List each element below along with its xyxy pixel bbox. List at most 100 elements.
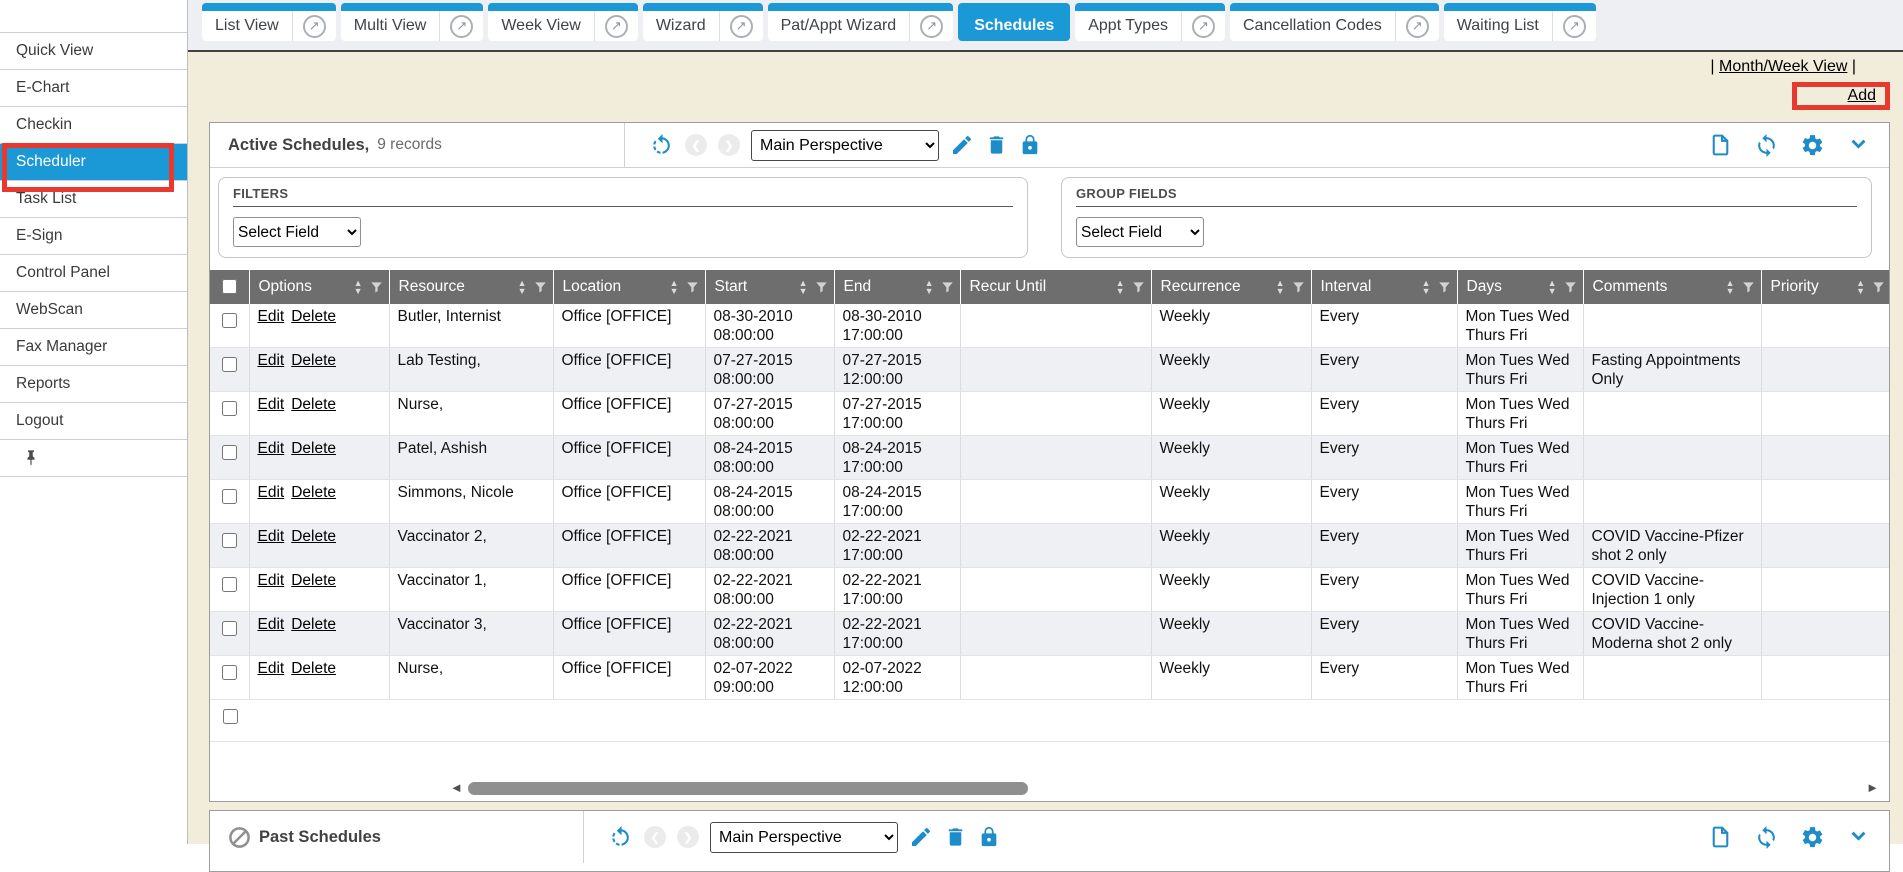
edit-link[interactable]: Edit — [258, 484, 285, 501]
add-link[interactable]: Add — [1848, 87, 1876, 105]
sort-icon[interactable]: ▲▼ — [1276, 279, 1285, 295]
row-checkbox[interactable] — [222, 621, 237, 636]
perspective-select[interactable]: Main Perspective — [710, 822, 898, 853]
tab-week-view[interactable]: Week View↗ — [488, 3, 637, 41]
collapse-chevron-icon[interactable] — [1846, 826, 1871, 848]
column-header-recur-until[interactable]: Recur Until ▲▼ — [960, 270, 1151, 304]
edit-link[interactable]: Edit — [258, 528, 285, 545]
refresh-icon[interactable] — [1754, 133, 1779, 158]
scroll-left-arrow-icon[interactable]: ◄ — [450, 781, 463, 794]
popout-arrow-icon[interactable]: ↗ — [605, 15, 628, 38]
perspective-select[interactable]: Main Perspective — [751, 130, 939, 161]
sort-icon[interactable]: ▲▼ — [799, 279, 808, 295]
filter-funnel-icon[interactable] — [1741, 280, 1756, 294]
filter-funnel-icon[interactable] — [1437, 280, 1452, 294]
delete-trash-icon[interactable] — [944, 825, 967, 849]
filter-funnel-icon[interactable] — [685, 280, 700, 294]
edit-link[interactable]: Edit — [258, 352, 285, 369]
popout-arrow-icon[interactable]: ↗ — [450, 15, 473, 38]
sidebar-item-control-panel[interactable]: Control Panel — [0, 255, 187, 292]
tab-popout-area[interactable]: ↗ — [1181, 11, 1225, 41]
filter-funnel-icon[interactable] — [369, 280, 384, 294]
column-header-resource[interactable]: Resource ▲▼ — [389, 270, 553, 304]
sidebar-item-logout[interactable]: Logout — [0, 403, 187, 440]
delete-link[interactable]: Delete — [291, 396, 336, 413]
tab-popout-area[interactable]: ↗ — [909, 11, 953, 41]
tab-list-view[interactable]: List View↗ — [202, 3, 336, 41]
sidebar-item-quick-view[interactable]: Quick View — [0, 33, 187, 70]
lock-icon[interactable] — [978, 825, 1000, 849]
delete-link[interactable]: Delete — [291, 528, 336, 545]
edit-link[interactable]: Edit — [258, 616, 285, 633]
horizontal-scrollbar-thumb[interactable] — [468, 782, 1028, 795]
tab-popout-area[interactable]: ↗ — [1395, 11, 1439, 41]
edit-pencil-icon[interactable] — [909, 825, 933, 849]
sort-icon[interactable]: ▲▼ — [354, 279, 363, 295]
sort-icon[interactable]: ▲▼ — [1726, 279, 1735, 295]
column-header-priority[interactable]: Priority ▲▼ — [1761, 270, 1890, 304]
column-header-days[interactable]: Days ▲▼ — [1457, 270, 1583, 304]
filter-funnel-icon[interactable] — [1131, 280, 1146, 294]
pin-icon[interactable] — [24, 450, 38, 466]
column-header-location[interactable]: Location ▲▼ — [553, 270, 705, 304]
sort-icon[interactable]: ▲▼ — [925, 279, 934, 295]
delete-link[interactable]: Delete — [291, 616, 336, 633]
tab-multi-view[interactable]: Multi View↗ — [341, 3, 484, 41]
edit-link[interactable]: Edit — [258, 396, 285, 413]
next-icon[interactable]: ❯ — [677, 826, 699, 848]
tab-popout-area[interactable]: ↗ — [439, 11, 483, 41]
delete-link[interactable]: Delete — [291, 352, 336, 369]
popout-arrow-icon[interactable]: ↗ — [1192, 15, 1215, 38]
scroll-right-arrow-icon[interactable]: ► — [1866, 781, 1879, 794]
tab-waiting-list[interactable]: Waiting List↗ — [1444, 3, 1596, 41]
filter-funnel-icon[interactable] — [1291, 280, 1306, 294]
tab-popout-area[interactable]: ↗ — [292, 11, 336, 41]
row-checkbox[interactable] — [222, 665, 237, 680]
popout-arrow-icon[interactable]: ↗ — [303, 15, 326, 38]
popout-arrow-icon[interactable]: ↗ — [1563, 15, 1586, 38]
sort-icon[interactable]: ▲▼ — [1856, 279, 1865, 295]
filter-funnel-icon[interactable] — [1563, 280, 1578, 294]
filter-funnel-icon[interactable] — [1871, 280, 1886, 294]
column-header-recurrence[interactable]: Recurrence ▲▼ — [1151, 270, 1311, 304]
sidebar-item-e-sign[interactable]: E-Sign — [0, 218, 187, 255]
prev-icon[interactable]: ❮ — [685, 134, 707, 156]
sort-icon[interactable]: ▲▼ — [518, 279, 527, 295]
undo-icon[interactable] — [608, 825, 633, 850]
column-header-end[interactable]: End ▲▼ — [834, 270, 960, 304]
delete-link[interactable]: Delete — [291, 308, 336, 325]
edit-link[interactable]: Edit — [258, 440, 285, 457]
row-checkbox[interactable] — [222, 357, 237, 372]
delete-link[interactable]: Delete — [291, 660, 336, 677]
select-all-checkbox[interactable] — [222, 279, 237, 294]
sidebar-pin-row[interactable] — [0, 440, 187, 477]
sort-icon[interactable]: ▲▼ — [1116, 279, 1125, 295]
delete-link[interactable]: Delete — [291, 440, 336, 457]
filter-funnel-icon[interactable] — [533, 280, 548, 294]
row-checkbox[interactable] — [222, 445, 237, 460]
column-header-start[interactable]: Start ▲▼ — [705, 270, 834, 304]
sidebar-item-reports[interactable]: Reports — [0, 366, 187, 403]
new-document-icon[interactable] — [1708, 132, 1733, 158]
edit-pencil-icon[interactable] — [950, 133, 974, 157]
group-field-select[interactable]: Select Field — [1076, 217, 1204, 247]
sort-icon[interactable]: ▲▼ — [670, 279, 679, 295]
edit-link[interactable]: Edit — [258, 308, 285, 325]
sidebar-item-webscan[interactable]: WebScan — [0, 292, 187, 329]
filters-field-select[interactable]: Select Field — [233, 217, 361, 247]
column-header-comments[interactable]: Comments ▲▼ — [1583, 270, 1761, 304]
settings-gear-icon[interactable] — [1800, 825, 1825, 850]
tab-popout-area[interactable]: ↗ — [1552, 11, 1596, 41]
edit-link[interactable]: Edit — [258, 572, 285, 589]
collapse-chevron-icon[interactable] — [1846, 134, 1871, 156]
next-icon[interactable]: ❯ — [718, 134, 740, 156]
sidebar-item-e-chart[interactable]: E-Chart — [0, 70, 187, 107]
row-checkbox[interactable] — [222, 577, 237, 592]
column-header-options[interactable]: Options ▲▼ — [249, 270, 389, 304]
tab-popout-area[interactable]: ↗ — [594, 11, 638, 41]
sort-icon[interactable]: ▲▼ — [1422, 279, 1431, 295]
delete-link[interactable]: Delete — [291, 484, 336, 501]
month-week-view-link[interactable]: Month/Week View — [1719, 58, 1847, 75]
refresh-icon[interactable] — [1754, 825, 1779, 850]
settings-gear-icon[interactable] — [1800, 133, 1825, 158]
